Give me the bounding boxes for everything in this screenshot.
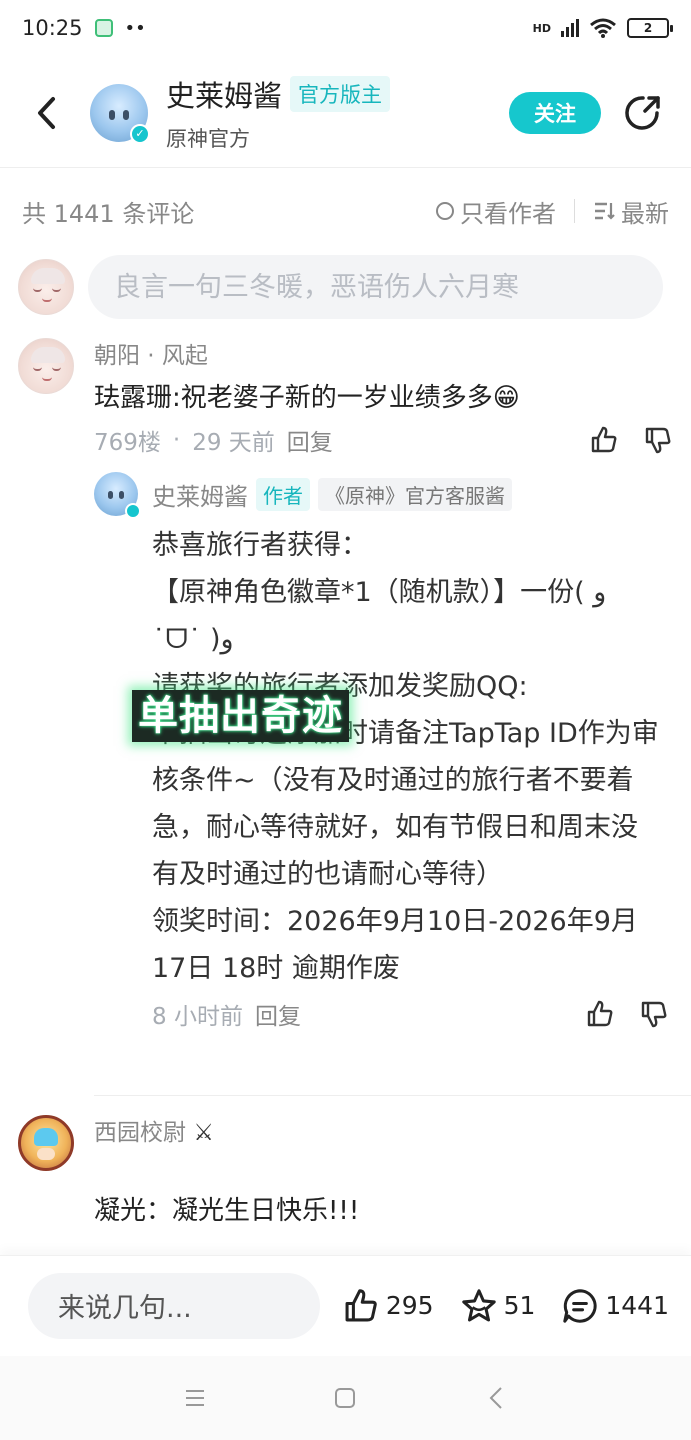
reply-button[interactable]: 回复 bbox=[255, 997, 301, 1031]
app-notification-icon bbox=[94, 19, 113, 37]
say-something-input[interactable]: 来说几句... bbox=[28, 1272, 320, 1339]
role-badge: 《原神》官方客服酱 bbox=[318, 477, 512, 511]
home-nav-button[interactable] bbox=[325, 1378, 365, 1418]
status-more-icon: •• bbox=[124, 17, 146, 39]
share-icon bbox=[625, 95, 660, 130]
comment-time: 29 天前 bbox=[192, 430, 275, 456]
menu-nav-button[interactable] bbox=[175, 1378, 215, 1418]
bottom-action-bar: 来说几句... 295 51 1441 bbox=[0, 1255, 691, 1355]
author-subtitle: 原神官方 bbox=[166, 126, 250, 151]
star-icon bbox=[461, 1288, 496, 1321]
reply-author-name[interactable]: 史莱姆酱 bbox=[152, 477, 248, 512]
hd-label: HD bbox=[532, 21, 551, 35]
comment-input[interactable] bbox=[88, 255, 663, 319]
reply-button[interactable]: 回复 bbox=[287, 423, 333, 457]
comment-meta: 769楼 · 29 天前 回复 bbox=[94, 422, 673, 458]
radio-icon bbox=[436, 202, 454, 220]
comment-item: 西园校尉 ⚔ 凝光：凝光生日快乐!!! bbox=[18, 1115, 673, 1231]
favorite-button[interactable]: 51 bbox=[460, 1287, 536, 1325]
thumbs-down-icon[interactable] bbox=[639, 999, 669, 1029]
signal-icon bbox=[561, 19, 579, 37]
author-name[interactable]: 史莱姆酱 bbox=[166, 73, 282, 115]
chevron-left-icon bbox=[38, 96, 55, 129]
verified-icon: ✓ bbox=[130, 123, 150, 144]
reply-time: 8 小时前 bbox=[152, 1004, 243, 1030]
status-time: 10:25 bbox=[22, 16, 83, 40]
comment-text: 凝光：凝光生日快乐!!! bbox=[94, 1196, 360, 1226]
comment-text: 珐露珊:祝老婆子新的一岁业绩多多😁 bbox=[94, 383, 520, 413]
floor-number: 769楼 bbox=[94, 430, 161, 456]
post-header: ✓ 史莱姆酱 官方版主 原神官方 关注 bbox=[0, 58, 691, 168]
like-button[interactable]: 295 bbox=[342, 1287, 434, 1325]
sort-latest-button[interactable]: 最新 bbox=[593, 194, 669, 229]
system-nav-bar bbox=[0, 1356, 691, 1440]
comment-total: 1441 bbox=[605, 1291, 669, 1320]
divider bbox=[574, 199, 575, 223]
author-badge: 作者 bbox=[256, 477, 310, 511]
back-triangle-icon bbox=[489, 1387, 502, 1409]
back-nav-button[interactable] bbox=[476, 1378, 516, 1418]
overlay-caption: 单抽出奇迹 bbox=[132, 690, 349, 742]
like-count: 295 bbox=[385, 1291, 434, 1320]
thumbs-up-icon bbox=[345, 1288, 377, 1321]
sort-latest-label: 最新 bbox=[621, 199, 669, 228]
author-avatar[interactable]: ✓ bbox=[90, 83, 150, 144]
verified-icon bbox=[125, 503, 141, 519]
divider bbox=[94, 1095, 691, 1096]
menu-icon bbox=[186, 1390, 205, 1406]
commenter-avatar[interactable] bbox=[18, 1115, 74, 1171]
share-button[interactable] bbox=[621, 91, 665, 135]
commenter-name[interactable]: 西园校尉 ⚔ bbox=[94, 1115, 673, 1151]
comment-count: 共 1441 条评论 bbox=[22, 199, 195, 228]
commenter-avatar[interactable] bbox=[18, 338, 74, 394]
comment-sort-bar: 共 1441 条评论 只看作者 最新 bbox=[0, 185, 691, 237]
thumbs-up-icon[interactable] bbox=[589, 425, 619, 455]
back-button[interactable] bbox=[26, 93, 66, 133]
reply-meta: 8 小时前 回复 bbox=[152, 996, 669, 1032]
thumbs-down-icon[interactable] bbox=[643, 425, 673, 455]
battery-icon: 2 bbox=[627, 18, 673, 38]
my-avatar bbox=[18, 259, 74, 315]
user-medal-icon: ⚔ bbox=[193, 1120, 214, 1146]
official-mod-badge: 官方版主 bbox=[290, 75, 391, 112]
sub-reply: 史莱姆酱 作者 《原神》官方客服酱 恭喜旅行者获得： 【原神角色徽章*1（随机款… bbox=[94, 472, 669, 1032]
author-only-label: 只看作者 bbox=[460, 199, 556, 228]
favorite-count: 51 bbox=[503, 1291, 536, 1320]
home-square-icon bbox=[335, 1388, 356, 1408]
thumbs-up-icon[interactable] bbox=[585, 999, 615, 1029]
comment-item: 朝阳 · 风起 珐露珊:祝老婆子新的一岁业绩多多😁 769楼 · 29 天前 回… bbox=[18, 338, 673, 458]
reply-author-avatar[interactable] bbox=[94, 472, 141, 519]
author-only-toggle[interactable]: 只看作者 bbox=[436, 194, 556, 229]
status-bar: 10:25 •• HD 2 bbox=[0, 0, 691, 56]
commenter-name[interactable]: 朝阳 · 风起 bbox=[94, 338, 673, 374]
comment-input-row bbox=[0, 252, 691, 322]
follow-button[interactable]: 关注 bbox=[509, 91, 601, 134]
sort-icon bbox=[595, 202, 615, 220]
wifi-icon bbox=[590, 18, 616, 38]
comment-button[interactable]: 1441 bbox=[561, 1287, 669, 1325]
reply-text: 恭喜旅行者获得： 【原神角色徽章*1（随机款）】一份( و ˙ᗜ˙ )و 请获奖… bbox=[152, 530, 659, 984]
chat-bubble-icon bbox=[563, 1288, 597, 1323]
